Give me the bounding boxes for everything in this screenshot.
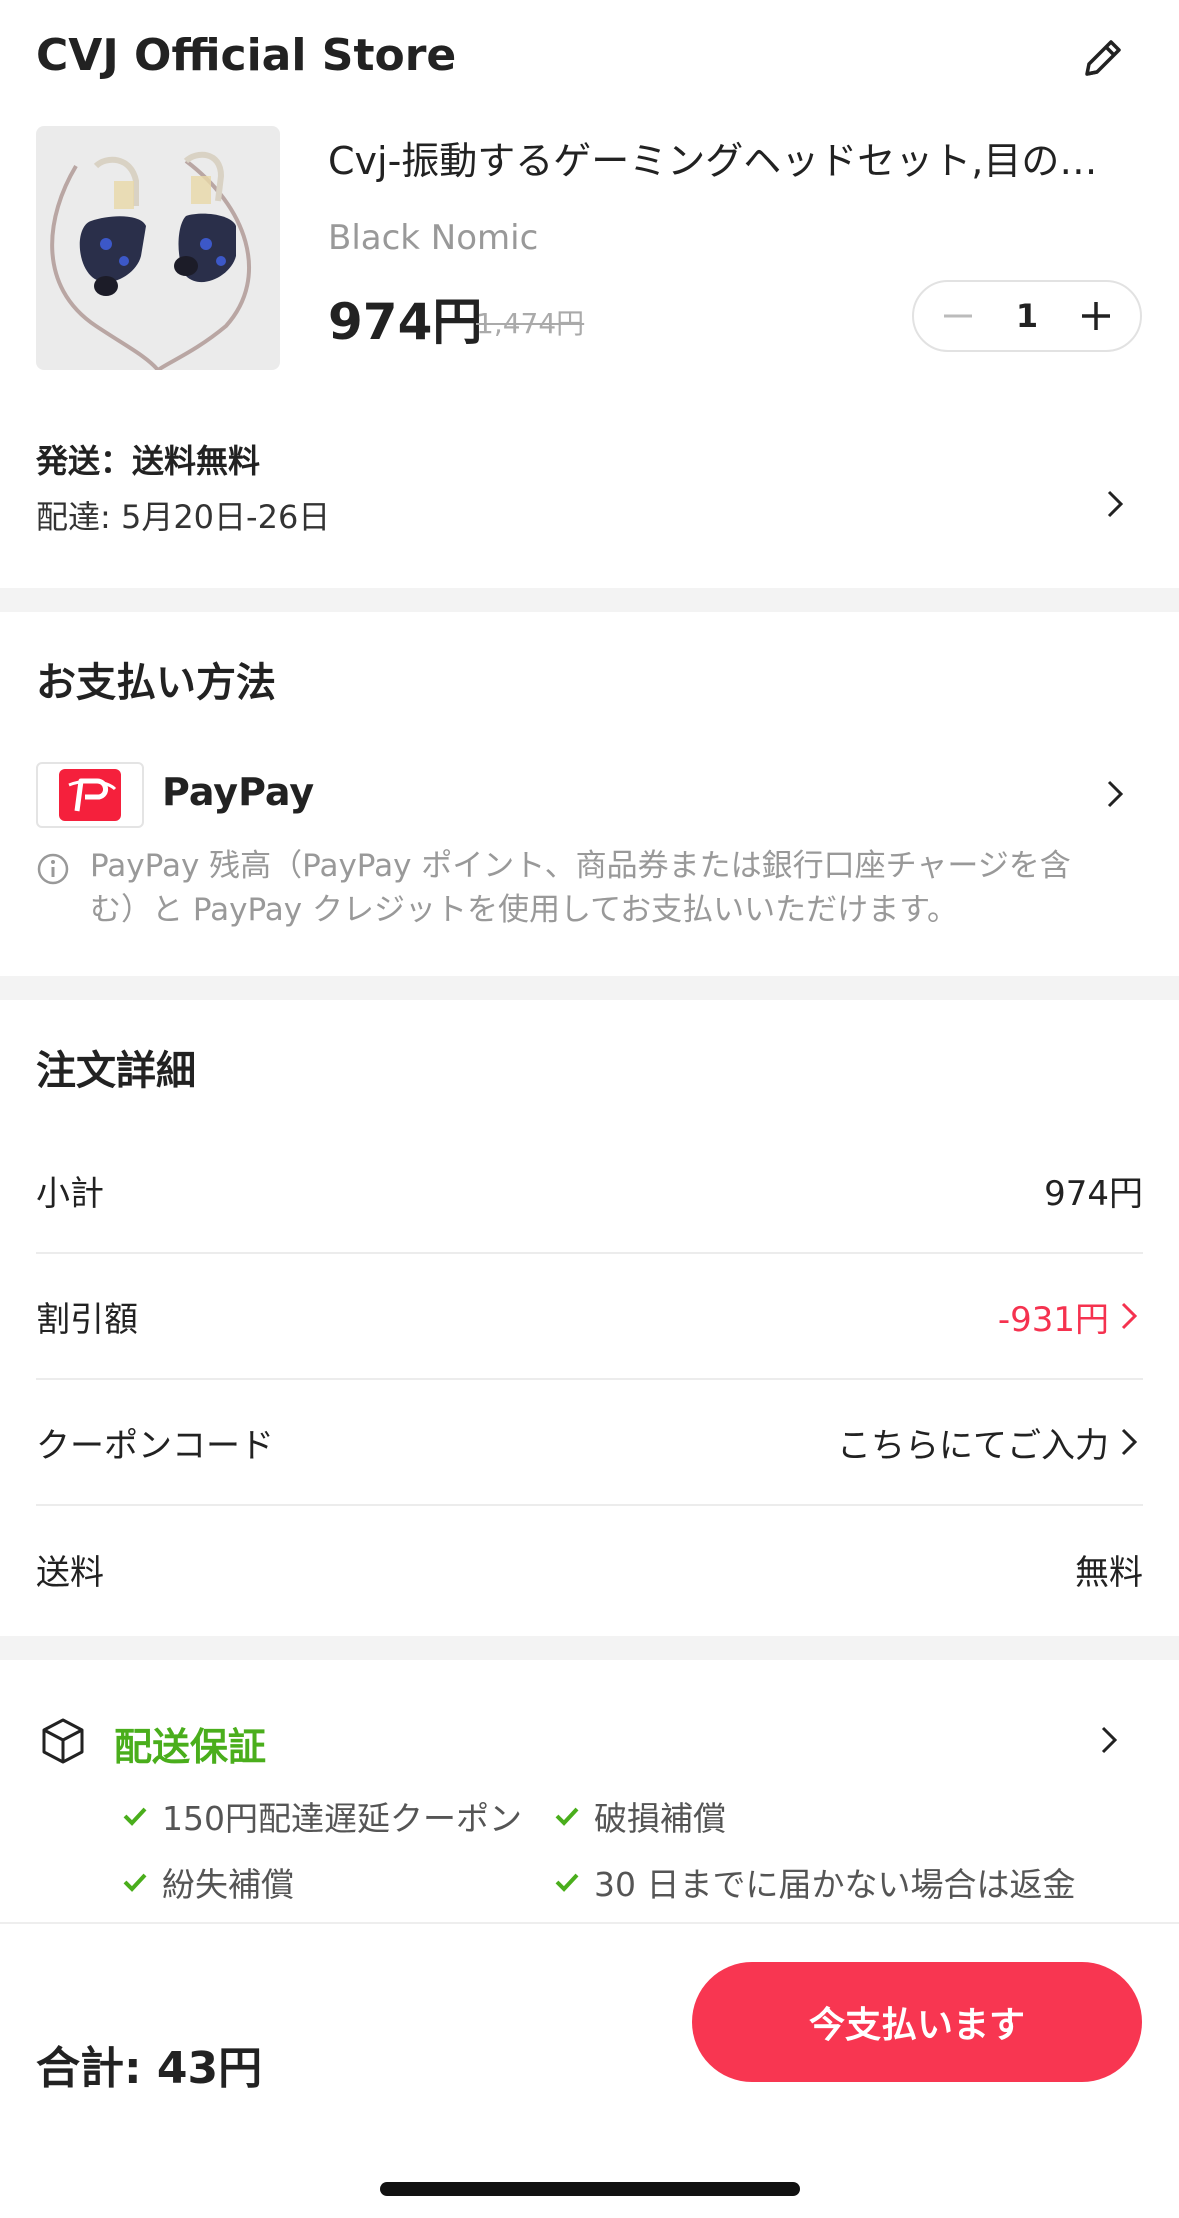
coupon-row[interactable]: クーポンコード こちらにてご入力 (36, 1380, 1143, 1506)
discount-value[interactable]: -931円 (998, 1292, 1143, 1341)
guarantee-title: 配送保証 (114, 1725, 267, 1769)
payment-method-name[interactable]: PayPay (162, 770, 314, 814)
subtotal-label: 小計 (36, 1173, 104, 1214)
paypay-logo (36, 762, 144, 828)
package-icon (42, 1718, 84, 1764)
product-variant: Black Nomic (328, 218, 539, 258)
order-total: 合計: 43円 (36, 2043, 263, 2094)
product-price: 974円 (328, 293, 483, 351)
product-title[interactable]: Cvj-振動するゲーミングヘッドセット,目の… (328, 130, 1128, 185)
chevron-right-icon[interactable] (1091, 1722, 1127, 1758)
store-name: CVJ Official Store (36, 30, 457, 81)
info-icon (37, 853, 69, 885)
coupon-input-link[interactable]: こちらにてご入力 (837, 1418, 1143, 1467)
separator (0, 588, 1179, 612)
shipping-fee-row: 送料 無料 (36, 1506, 1143, 1632)
pay-now-button[interactable]: 今支払います (692, 1962, 1142, 2082)
check-icon (555, 1807, 579, 1826)
chevron-right-icon[interactable] (1097, 486, 1133, 522)
separator (0, 976, 1179, 1000)
order-details-section: 注文詳細 小計 974円 割引額 -931円 クーポンコード こちらにてご入力 … (0, 1000, 1179, 1636)
shipping-row[interactable]: 発送：送料無料 配達: 5月20日-26日 (0, 410, 1179, 588)
checkout-footer: 合計: 43円 今支払います (0, 1922, 1179, 2218)
order-section-title: 注文詳細 (36, 1048, 196, 1094)
guarantee-item: 破損補償 (554, 1792, 726, 1840)
product-image[interactable] (36, 126, 280, 370)
payment-note: PayPay 残高（PayPay ポイント、商品券または銀行口座チャージを含む）… (90, 848, 1071, 928)
delivery-date: 配達: 5月20日-26日 (36, 498, 331, 536)
payment-section: お支払い方法 PayPay PayPay 残高（PayPay ポイント、商品券ま… (0, 612, 1179, 976)
guarantee-item: 30 日までに届かない場合は返金 (554, 1858, 1075, 1906)
store-header: CVJ Official Store (0, 0, 1179, 120)
delivery-guarantee-section[interactable]: 配送保証 150円配達遅延クーポン 破損補償 紛失補償 30 日までに届かない場… (0, 1660, 1179, 1928)
quantity-value: 1 (1015, 297, 1039, 335)
shipping-fee-value: 無料 (1075, 1552, 1143, 1593)
home-indicator[interactable] (380, 2182, 800, 2196)
payment-section-title: お支払い方法 (36, 660, 276, 706)
product-original-price: 1,474円 (476, 307, 585, 340)
chevron-right-icon[interactable] (1097, 776, 1133, 812)
chevron-right-icon (1121, 1428, 1138, 1456)
subtotal-value: 974円 (1044, 1173, 1143, 1214)
discount-label: 割引額 (36, 1299, 138, 1340)
separator (0, 1636, 1179, 1660)
discount-row[interactable]: 割引額 -931円 (36, 1254, 1143, 1380)
product-row: Cvj-振動するゲーミングヘッドセット,目の… Black Nomic 974円… (0, 120, 1179, 410)
check-icon (123, 1807, 147, 1826)
plus-icon[interactable] (1070, 290, 1122, 342)
chevron-right-icon (1121, 1302, 1138, 1330)
quantity-stepper: 1 (912, 280, 1142, 352)
check-icon (555, 1873, 579, 1892)
check-icon (123, 1873, 147, 1892)
guarantee-item: 150円配達遅延クーポン (122, 1792, 522, 1840)
edit-pencil-icon[interactable] (1079, 34, 1127, 82)
minus-icon[interactable] (932, 290, 984, 342)
guarantee-item: 紛失補償 (122, 1858, 294, 1906)
coupon-label: クーポンコード (36, 1425, 274, 1466)
subtotal-row: 小計 974円 (36, 1128, 1143, 1254)
shipping-fee-label: 送料 (36, 1552, 104, 1593)
shipping-title: 発送：送料無料 (36, 442, 261, 480)
